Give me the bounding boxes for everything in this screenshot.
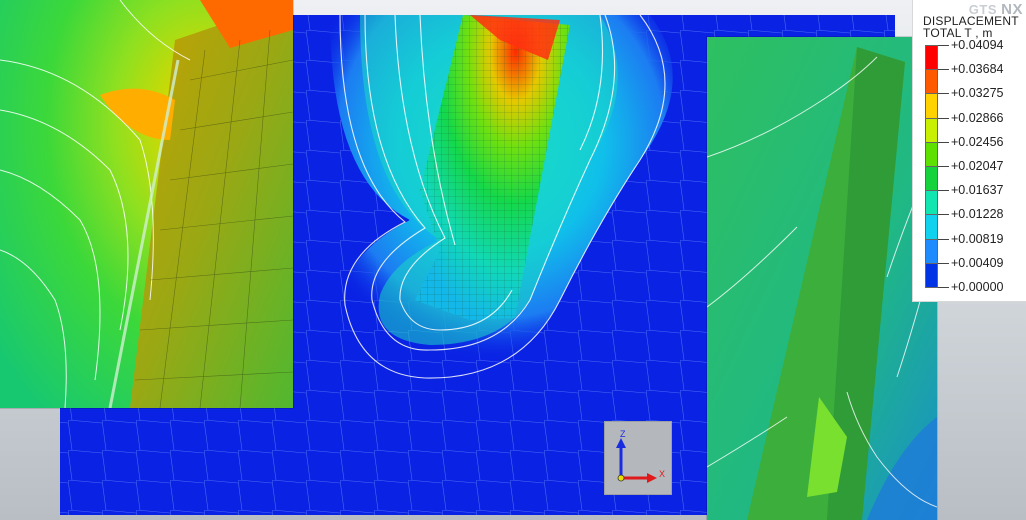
legend-value-label: +0.00409 xyxy=(951,255,1004,270)
model-viewport[interactable]: GTS NX DISPLACEMENT TOTAL T , m +0.04094… xyxy=(0,0,1026,520)
legend-color-bar xyxy=(925,45,938,288)
legend-value-label: +0.02456 xyxy=(951,134,1004,149)
legend-tick xyxy=(938,238,949,240)
legend-swatch xyxy=(925,190,938,216)
legend-tick xyxy=(938,190,949,192)
legend-swatch xyxy=(925,93,938,119)
legend-swatch xyxy=(925,166,938,192)
legend-tick xyxy=(938,166,949,167)
legend-swatch xyxy=(925,238,938,264)
legend-swatch xyxy=(925,214,938,240)
legend-swatch xyxy=(925,141,938,167)
legend-tick xyxy=(938,93,949,95)
legend-tick xyxy=(938,141,949,143)
left-zoom-inset[interactable] xyxy=(0,0,293,408)
legend-value-label: +0.03275 xyxy=(951,86,1004,101)
legend-swatch xyxy=(925,117,938,143)
legend-value-label: +0.03684 xyxy=(951,62,1004,77)
legend-value-label: +0.04094 xyxy=(951,38,1004,52)
axis-triad[interactable]: Z X xyxy=(604,421,672,495)
legend-tick xyxy=(938,214,949,216)
legend-value-label: +0.01228 xyxy=(951,207,1004,222)
legend-tick xyxy=(938,117,949,119)
legend-value-label: +0.00000 xyxy=(951,280,1004,294)
legend-tick xyxy=(938,287,949,288)
axis-triad-graphic xyxy=(616,438,657,483)
displacement-legend: GTS NX DISPLACEMENT TOTAL T , m +0.04094… xyxy=(912,0,1026,302)
legend-value-label: +0.00819 xyxy=(951,231,1004,246)
legend-value-label: +0.01637 xyxy=(951,183,1004,198)
legend-swatch xyxy=(925,69,938,95)
legend-tick xyxy=(938,69,949,71)
legend-swatch xyxy=(925,45,938,71)
legend-tick xyxy=(938,262,949,264)
legend-swatch xyxy=(925,262,938,288)
axis-z-label: Z xyxy=(620,429,626,439)
right-zoom-inset[interactable] xyxy=(707,37,937,520)
legend-value-label: +0.02866 xyxy=(951,110,1004,125)
legend-value-label: +0.02047 xyxy=(951,159,1004,173)
legend-tick xyxy=(938,45,949,46)
axis-x-label: X xyxy=(659,469,666,479)
